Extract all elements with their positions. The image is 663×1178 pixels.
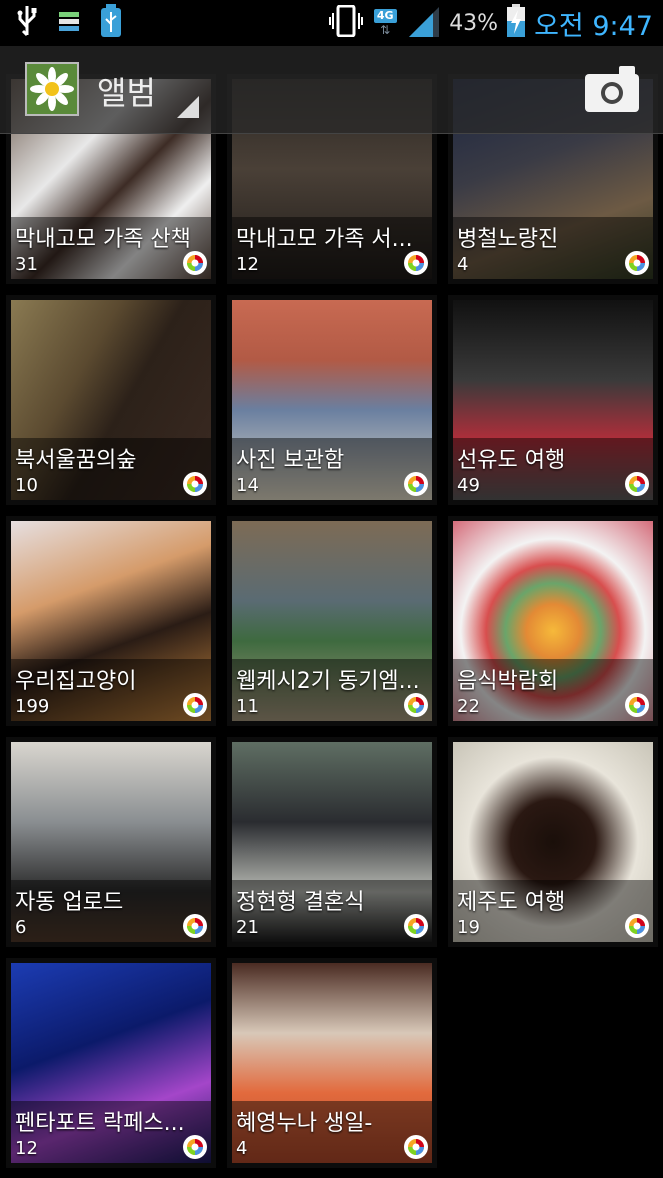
gallery-daisy-icon[interactable]: [25, 62, 79, 116]
album-count: 4: [236, 1138, 248, 1159]
album-count: 12: [15, 1138, 38, 1159]
picasa-icon: [404, 251, 428, 275]
album-name: 정현형 결혼식: [236, 890, 365, 915]
album-tile[interactable]: 혜영누나 생일- 4: [227, 958, 437, 1168]
album-count: 11: [236, 696, 259, 717]
picasa-icon: [404, 472, 428, 496]
album-name: 막내고모 가족 서...: [236, 227, 413, 252]
battery-charging-icon: [506, 4, 526, 42]
album-tile[interactable]: 북서울꿈의숲 10: [6, 295, 216, 505]
storage-icon: [58, 10, 80, 36]
action-bar: 앨범: [0, 46, 663, 134]
album-view-dropdown[interactable]: 앨범: [97, 68, 201, 118]
album-count: 14: [236, 475, 259, 496]
picasa-icon: [404, 693, 428, 717]
album-count: 10: [15, 475, 38, 496]
picasa-icon: [183, 472, 207, 496]
album-name: 자동 업로드: [15, 890, 124, 915]
album-tile[interactable]: 음식박람회 22: [448, 516, 658, 726]
status-bar: 4G ⇅ 43% 오전 9:47: [0, 0, 663, 46]
album-count: 31: [15, 254, 38, 275]
album-name: 북서울꿈의숲: [15, 448, 137, 473]
album-count: 4: [457, 254, 469, 275]
picasa-icon: [625, 693, 649, 717]
usb-debug-icon: [100, 4, 122, 42]
album-name: 선유도 여행: [457, 448, 566, 473]
album-count: 6: [15, 917, 27, 938]
album-name: 웹케시2기 동기엠...: [236, 669, 420, 694]
album-tile[interactable]: 웹케시2기 동기엠... 11: [227, 516, 437, 726]
album-count: 49: [457, 475, 480, 496]
picasa-icon: [625, 472, 649, 496]
picasa-icon: [625, 251, 649, 275]
network-type-indicator: 4G ⇅: [371, 9, 399, 37]
picasa-icon: [183, 1135, 207, 1159]
album-name: 음식박람회: [457, 669, 559, 694]
battery-percent: 43%: [449, 10, 499, 36]
album-name: 혜영누나 생일-: [236, 1111, 373, 1136]
album-name: 막내고모 가족 산책: [15, 227, 191, 252]
vibrate-icon: [329, 4, 364, 41]
camera-button[interactable]: [585, 66, 639, 112]
clock: 오전 9:47: [534, 10, 653, 42]
album-name: 병철노량진: [457, 227, 559, 252]
dropdown-corner-icon: [177, 96, 199, 118]
album-tile[interactable]: 제주도 여행 19: [448, 737, 658, 947]
album-count: 19: [457, 917, 480, 938]
album-tile[interactable]: 선유도 여행 49: [448, 295, 658, 505]
album-count: 12: [236, 254, 259, 275]
camera-icon: [585, 66, 639, 112]
page-title: 앨범: [97, 74, 156, 112]
picasa-icon: [404, 914, 428, 938]
picasa-icon: [183, 693, 207, 717]
album-name: 펜타포트 락페스...: [15, 1111, 185, 1136]
album-grid: 막내고모 가족 산책 31 막내고모 가족 서... 12 병철노량진 4 북서…: [0, 0, 663, 1178]
album-count: 22: [457, 696, 480, 717]
album-count: 199: [15, 696, 50, 717]
album-tile[interactable]: 우리집고양이 199: [6, 516, 216, 726]
album-name: 사진 보관함: [236, 448, 345, 473]
picasa-icon: [404, 1135, 428, 1159]
album-tile[interactable]: 자동 업로드 6: [6, 737, 216, 947]
album-tile[interactable]: 사진 보관함 14: [227, 295, 437, 505]
album-tile[interactable]: 정현형 결혼식 21: [227, 737, 437, 947]
album-name: 제주도 여행: [457, 890, 566, 915]
usb-icon: [16, 5, 38, 41]
picasa-icon: [183, 251, 207, 275]
album-name: 우리집고양이: [15, 669, 137, 694]
picasa-icon: [183, 914, 207, 938]
picasa-icon: [625, 914, 649, 938]
album-count: 21: [236, 917, 259, 938]
data-arrows-icon: ⇅: [380, 23, 391, 37]
signal-icon: [407, 5, 441, 41]
album-tile[interactable]: 펜타포트 락페스... 12: [6, 958, 216, 1168]
